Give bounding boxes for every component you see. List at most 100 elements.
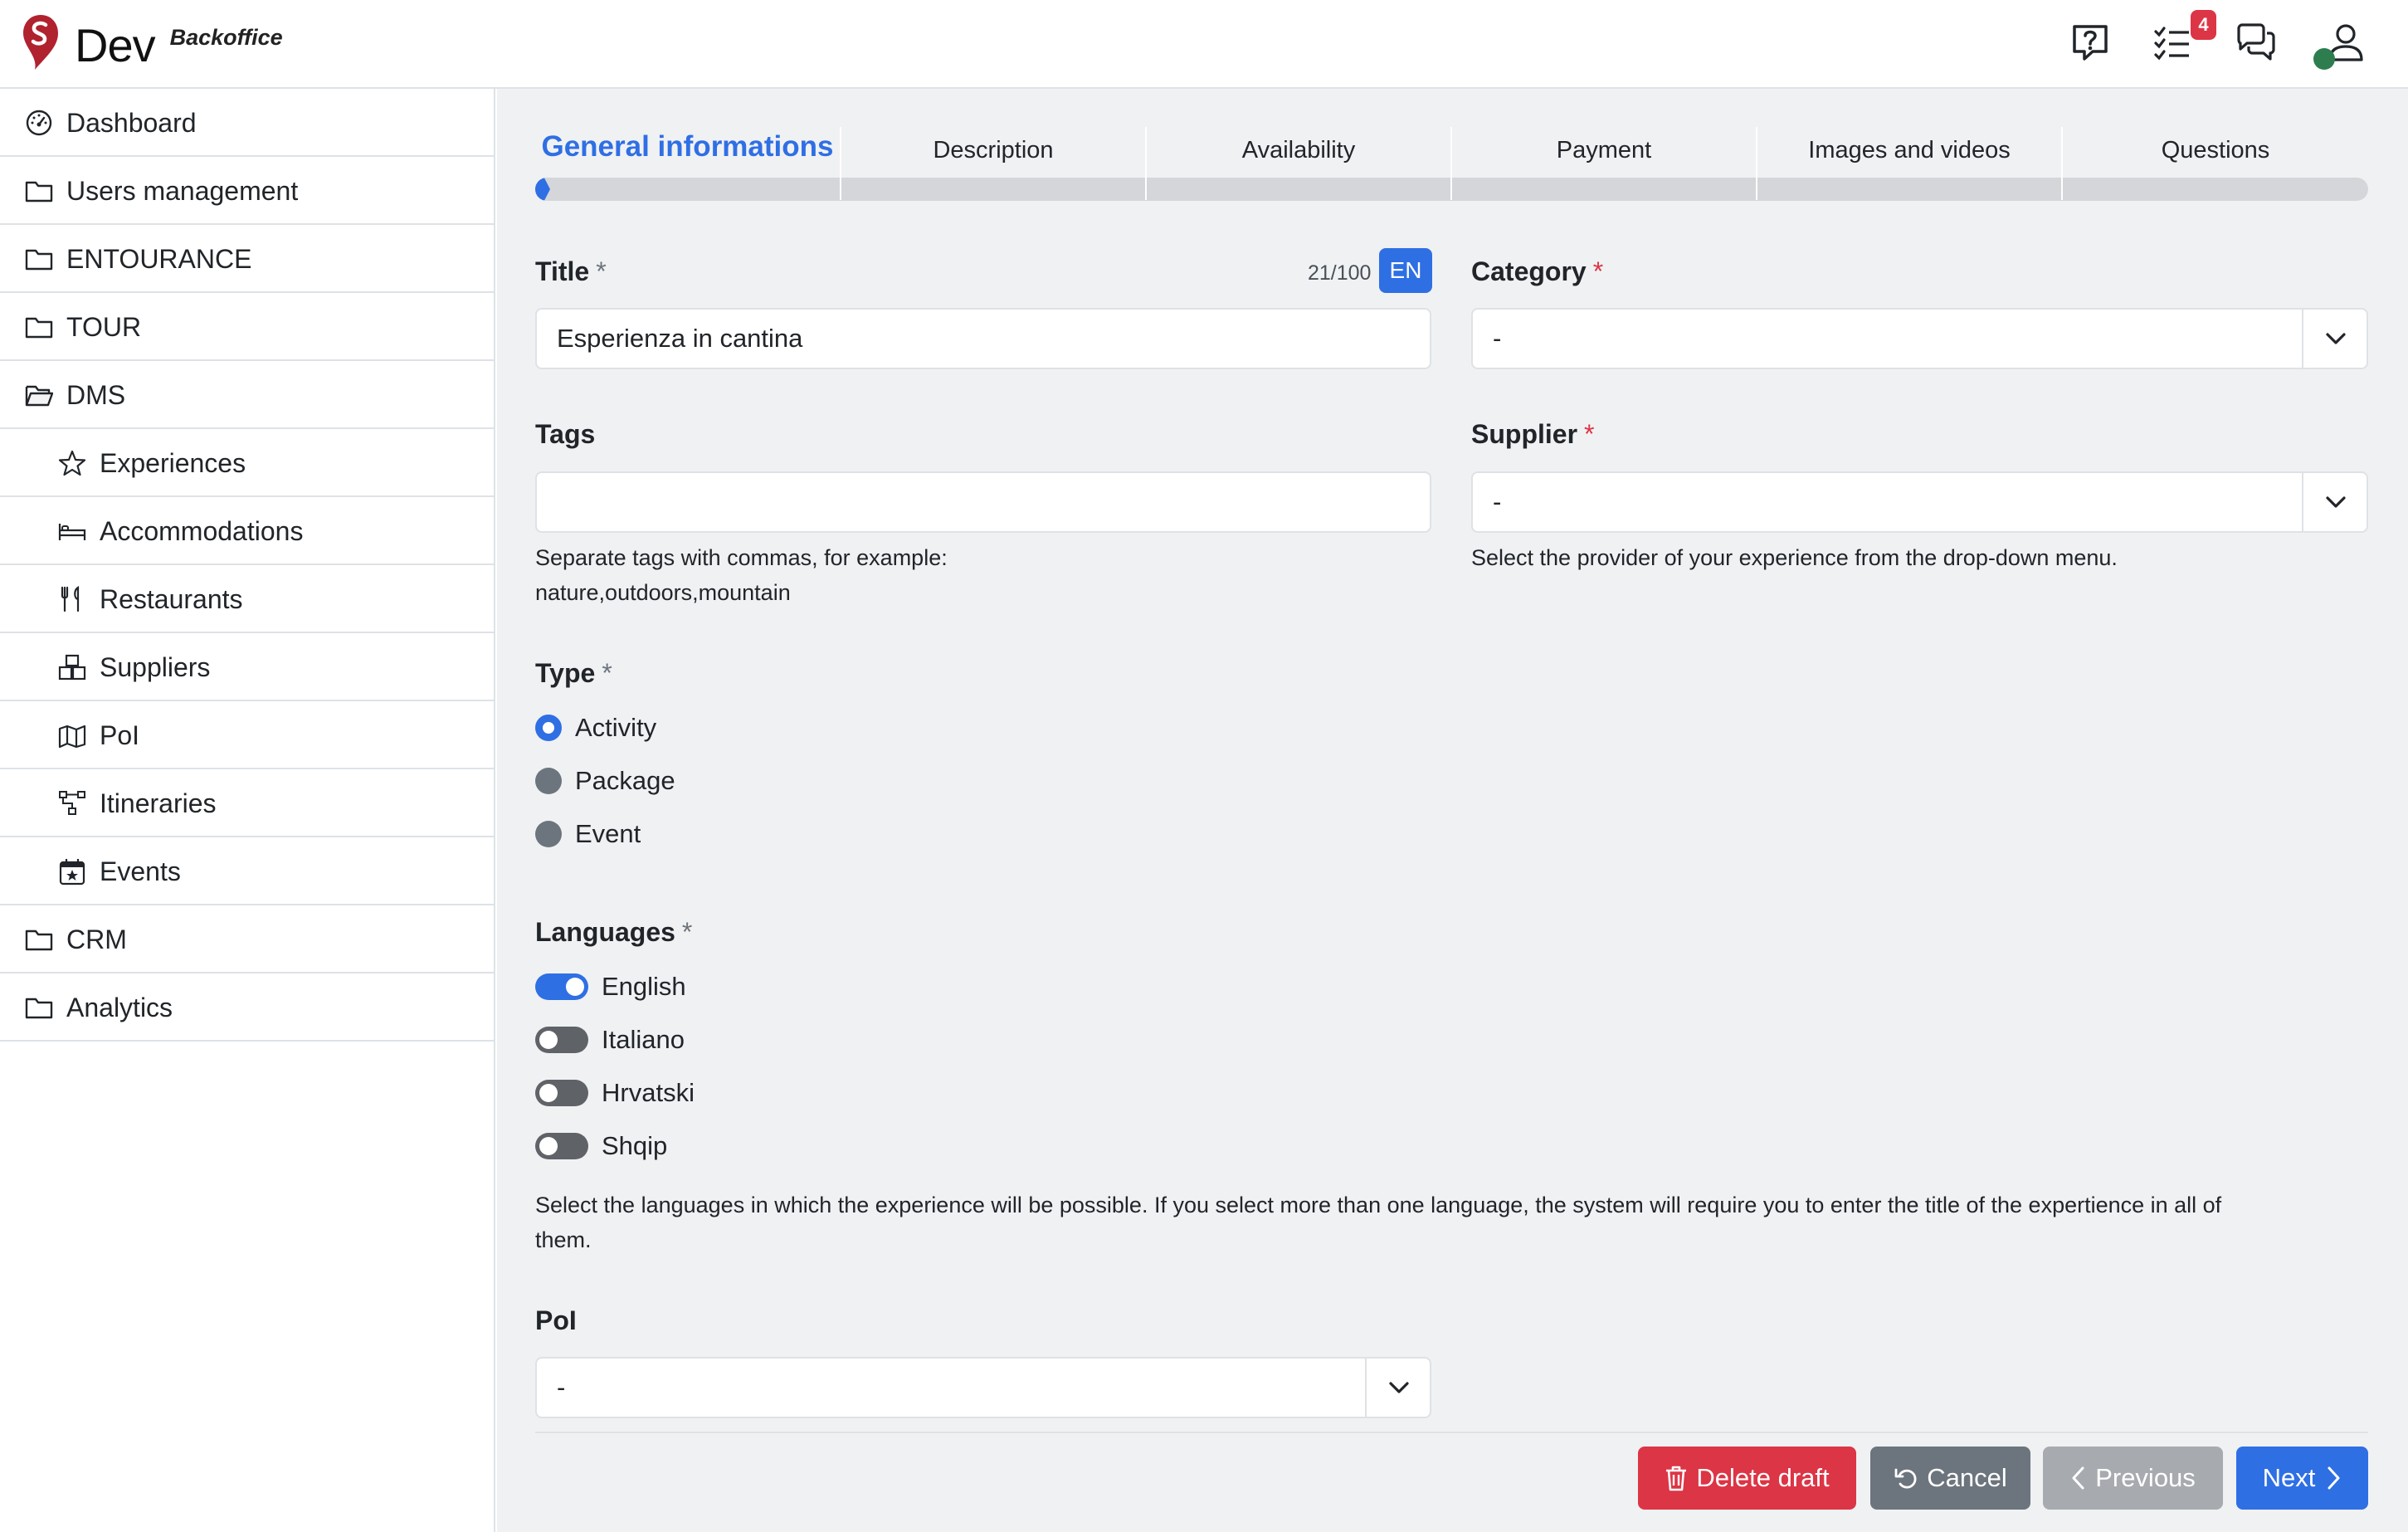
next-label: Next (2262, 1463, 2316, 1492)
tab-availability[interactable]: Availability (1147, 127, 1450, 210)
category-label: Category * (1471, 256, 1603, 287)
sidebar-item-restaurants[interactable]: Restaurants (0, 565, 494, 633)
wizard-tabs: General informations Description Availab… (535, 127, 2368, 210)
toggle-switch[interactable] (535, 973, 588, 1000)
tab-general-informations[interactable]: General informations (535, 127, 840, 210)
bed-icon (58, 524, 86, 540)
chat-icon[interactable] (2235, 22, 2277, 63)
category-select[interactable]: - (1471, 308, 2368, 369)
delete-draft-button[interactable]: Delete draft (1638, 1447, 1856, 1510)
tags-input[interactable] (535, 471, 1431, 533)
chevron-right-icon (2328, 1466, 2340, 1490)
tab-questions[interactable]: Questions (2063, 127, 2368, 210)
required-marker: * (1584, 419, 1595, 449)
title-input[interactable]: Esperienza in cantina (535, 308, 1431, 369)
sidebar-item-crm[interactable]: CRM (0, 905, 494, 973)
required-marker: * (596, 256, 607, 286)
sidebar-item-label: Users management (66, 176, 299, 206)
tags-label: Tags (535, 419, 596, 449)
sidebar-item-experiences[interactable]: Experiences (0, 429, 494, 497)
radio-label: Activity (575, 713, 657, 742)
tab-label: Questions (2161, 137, 2270, 163)
map-icon (58, 725, 86, 749)
toggle-switch[interactable] (535, 1080, 588, 1106)
title-language-button[interactable]: EN (1379, 248, 1432, 293)
supplier-label: Supplier * (1471, 419, 1594, 450)
sidebar-item-users-management[interactable]: Users management (0, 157, 494, 225)
type-label: Type * (535, 658, 612, 689)
toggle-label: English (602, 972, 686, 1001)
tab-label: General informations (541, 130, 834, 163)
sidebar-item-label: DMS (66, 380, 126, 410)
help-icon[interactable] (2069, 22, 2111, 63)
sidebar: Dashboard Users management ENTOURANCE TO… (0, 89, 495, 1532)
folder-icon (25, 929, 53, 951)
radio-button[interactable] (535, 768, 562, 794)
title-label: Title * (535, 256, 607, 287)
type-option-activity[interactable]: Activity (535, 713, 656, 743)
sidebar-item-accommodations[interactable]: Accommodations (0, 497, 494, 565)
star-icon (58, 450, 86, 476)
tab-images-and-videos[interactable]: Images and videos (1757, 127, 2061, 210)
sidebar-item-analytics[interactable]: Analytics (0, 973, 494, 1042)
language-toggle-shqip[interactable]: Shqip (535, 1131, 667, 1161)
next-button[interactable]: Next (2236, 1447, 2368, 1510)
chevron-down-icon (2326, 333, 2346, 344)
type-option-package[interactable]: Package (535, 766, 675, 796)
cancel-button[interactable]: Cancel (1870, 1447, 2030, 1510)
chevron-down-icon (2326, 496, 2346, 508)
supplier-hint: Select the provider of your experience f… (1471, 545, 2118, 570)
radio-button[interactable] (535, 715, 562, 741)
language-toggle-english[interactable]: English (535, 972, 686, 1002)
folder-icon (25, 998, 53, 1019)
tab-payment[interactable]: Payment (1452, 127, 1756, 210)
delete-draft-label: Delete draft (1696, 1463, 1830, 1492)
diagram-icon (59, 791, 85, 815)
toggle-switch[interactable] (535, 1027, 588, 1053)
folder-icon (25, 317, 53, 339)
toggle-label: Italiano (602, 1025, 685, 1054)
sidebar-item-dashboard[interactable]: Dashboard (0, 89, 494, 157)
languages-hint-line-1: Select the languages in which the experi… (535, 1193, 2222, 1217)
tab-label: Images and videos (1808, 137, 2011, 163)
tab-description[interactable]: Description (841, 127, 1145, 210)
language-toggle-italiano[interactable]: Italiano (535, 1025, 685, 1055)
cutlery-icon (61, 586, 80, 612)
app-subtitle: Backoffice (169, 25, 283, 50)
sidebar-item-suppliers[interactable]: Suppliers (0, 633, 494, 701)
title-char-counter: 21/100 (1308, 261, 1372, 285)
toggle-label: Hrvatski (602, 1078, 695, 1107)
sidebar-item-tour[interactable]: TOUR (0, 293, 494, 361)
language-toggle-hrvatski[interactable]: Hrvatski (535, 1078, 695, 1108)
sidebar-item-poi[interactable]: PoI (0, 701, 494, 769)
sidebar-item-entourance[interactable]: ENTOURANCE (0, 225, 494, 293)
previous-label: Previous (2095, 1463, 2196, 1492)
supplier-select[interactable]: - (1471, 471, 2368, 533)
title-label-text: Title (535, 256, 590, 286)
poi-select[interactable]: - (535, 1357, 1431, 1418)
tasks-icon[interactable] (2152, 22, 2194, 63)
required-marker: * (1592, 256, 1604, 286)
supplier-select-toggle[interactable] (2302, 473, 2367, 531)
sidebar-item-label: Analytics (66, 993, 173, 1022)
chevron-left-icon (2072, 1466, 2084, 1490)
poi-select-toggle[interactable] (1365, 1359, 1430, 1417)
cancel-label: Cancel (1927, 1463, 2007, 1492)
brand[interactable]: Dev Backoffice (22, 13, 283, 72)
sidebar-item-label: Itineraries (100, 788, 217, 818)
category-select-toggle[interactable] (2302, 310, 2367, 368)
sidebar-item-events[interactable]: Events (0, 837, 494, 905)
sidebar-item-dms[interactable]: DMS (0, 361, 494, 429)
toggle-switch[interactable] (535, 1133, 588, 1159)
logo-icon (23, 15, 58, 70)
sidebar-item-itineraries[interactable]: Itineraries (0, 769, 494, 837)
notifications-badge: 4 (2191, 10, 2216, 40)
type-option-event[interactable]: Event (535, 819, 641, 849)
toggle-label: Shqip (602, 1131, 668, 1160)
folder-icon (25, 181, 53, 202)
trash-icon (1666, 1466, 1687, 1491)
radio-button[interactable] (535, 821, 562, 847)
previous-button[interactable]: Previous (2043, 1447, 2223, 1510)
tab-label: Payment (1556, 137, 1652, 163)
supplier-label-text: Supplier (1471, 419, 1578, 449)
